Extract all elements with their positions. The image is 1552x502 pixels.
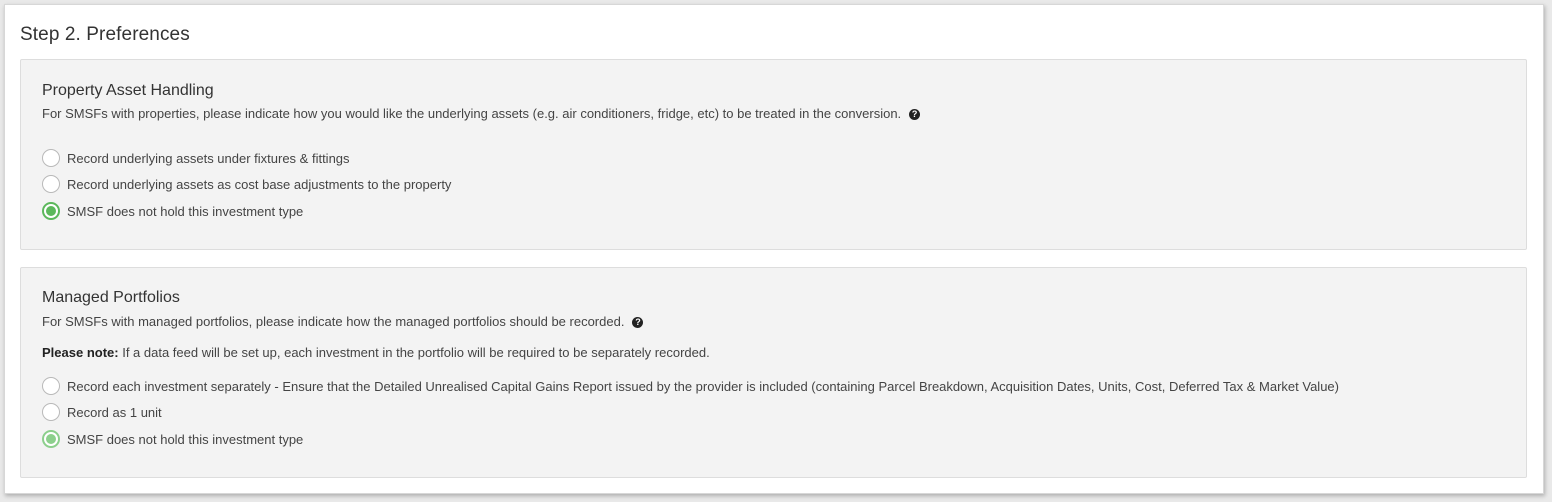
property-panel-title: Property Asset Handling	[42, 82, 214, 99]
option-label: Record as 1 unit	[67, 404, 162, 420]
radio-button-selected[interactable]	[42, 202, 60, 220]
managed-option-record-as-one-unit[interactable]: Record as 1 unit	[42, 402, 162, 422]
option-label: SMSF does not hold this investment type	[67, 431, 304, 447]
option-label: Record underlying assets as cost base ad…	[67, 176, 452, 192]
help-icon[interactable]: ?	[909, 109, 921, 120]
managed-option-not-held[interactable]: SMSF does not hold this investment type	[42, 429, 303, 449]
option-label: Record each investment separately - Ensu…	[67, 378, 1339, 394]
note-text: If a data feed will be set up, each inve…	[118, 345, 710, 360]
radio-button[interactable]	[42, 403, 60, 421]
managed-description-text: For SMSFs with managed portfolios, pleas…	[42, 314, 625, 329]
property-option-fixtures-fittings[interactable]: Record underlying assets under fixtures …	[42, 148, 350, 168]
property-asset-handling-panel: Property Asset Handling For SMSFs with p…	[20, 59, 1527, 250]
option-label: Record underlying assets under fixtures …	[67, 150, 350, 166]
managed-panel-title: Managed Portfolios	[42, 289, 180, 306]
radio-button[interactable]	[42, 377, 60, 395]
managed-option-record-separately[interactable]: Record each investment separately - Ensu…	[42, 376, 1339, 396]
property-description-text: For SMSFs with properties, please indica…	[42, 106, 902, 121]
managed-portfolios-panel: Managed Portfolios For SMSFs with manage…	[20, 267, 1527, 478]
step-title: Step 2. Preferences	[20, 24, 190, 45]
property-panel-description: For SMSFs with properties, please indica…	[42, 106, 921, 121]
help-icon[interactable]: ?	[632, 317, 644, 328]
radio-button[interactable]	[42, 175, 60, 193]
note-label: Please note:	[42, 345, 119, 360]
radio-button-selected[interactable]	[42, 430, 60, 448]
property-option-cost-base-adjustments[interactable]: Record underlying assets as cost base ad…	[42, 174, 451, 194]
property-option-not-held[interactable]: SMSF does not hold this investment type	[42, 201, 303, 221]
radio-button[interactable]	[42, 149, 60, 167]
managed-note: Please note: If a data feed will be set …	[42, 345, 710, 360]
managed-panel-description: For SMSFs with managed portfolios, pleas…	[42, 314, 644, 329]
option-label: SMSF does not hold this investment type	[67, 203, 304, 219]
preferences-card: Step 2. Preferences Property Asset Handl…	[4, 4, 1544, 494]
